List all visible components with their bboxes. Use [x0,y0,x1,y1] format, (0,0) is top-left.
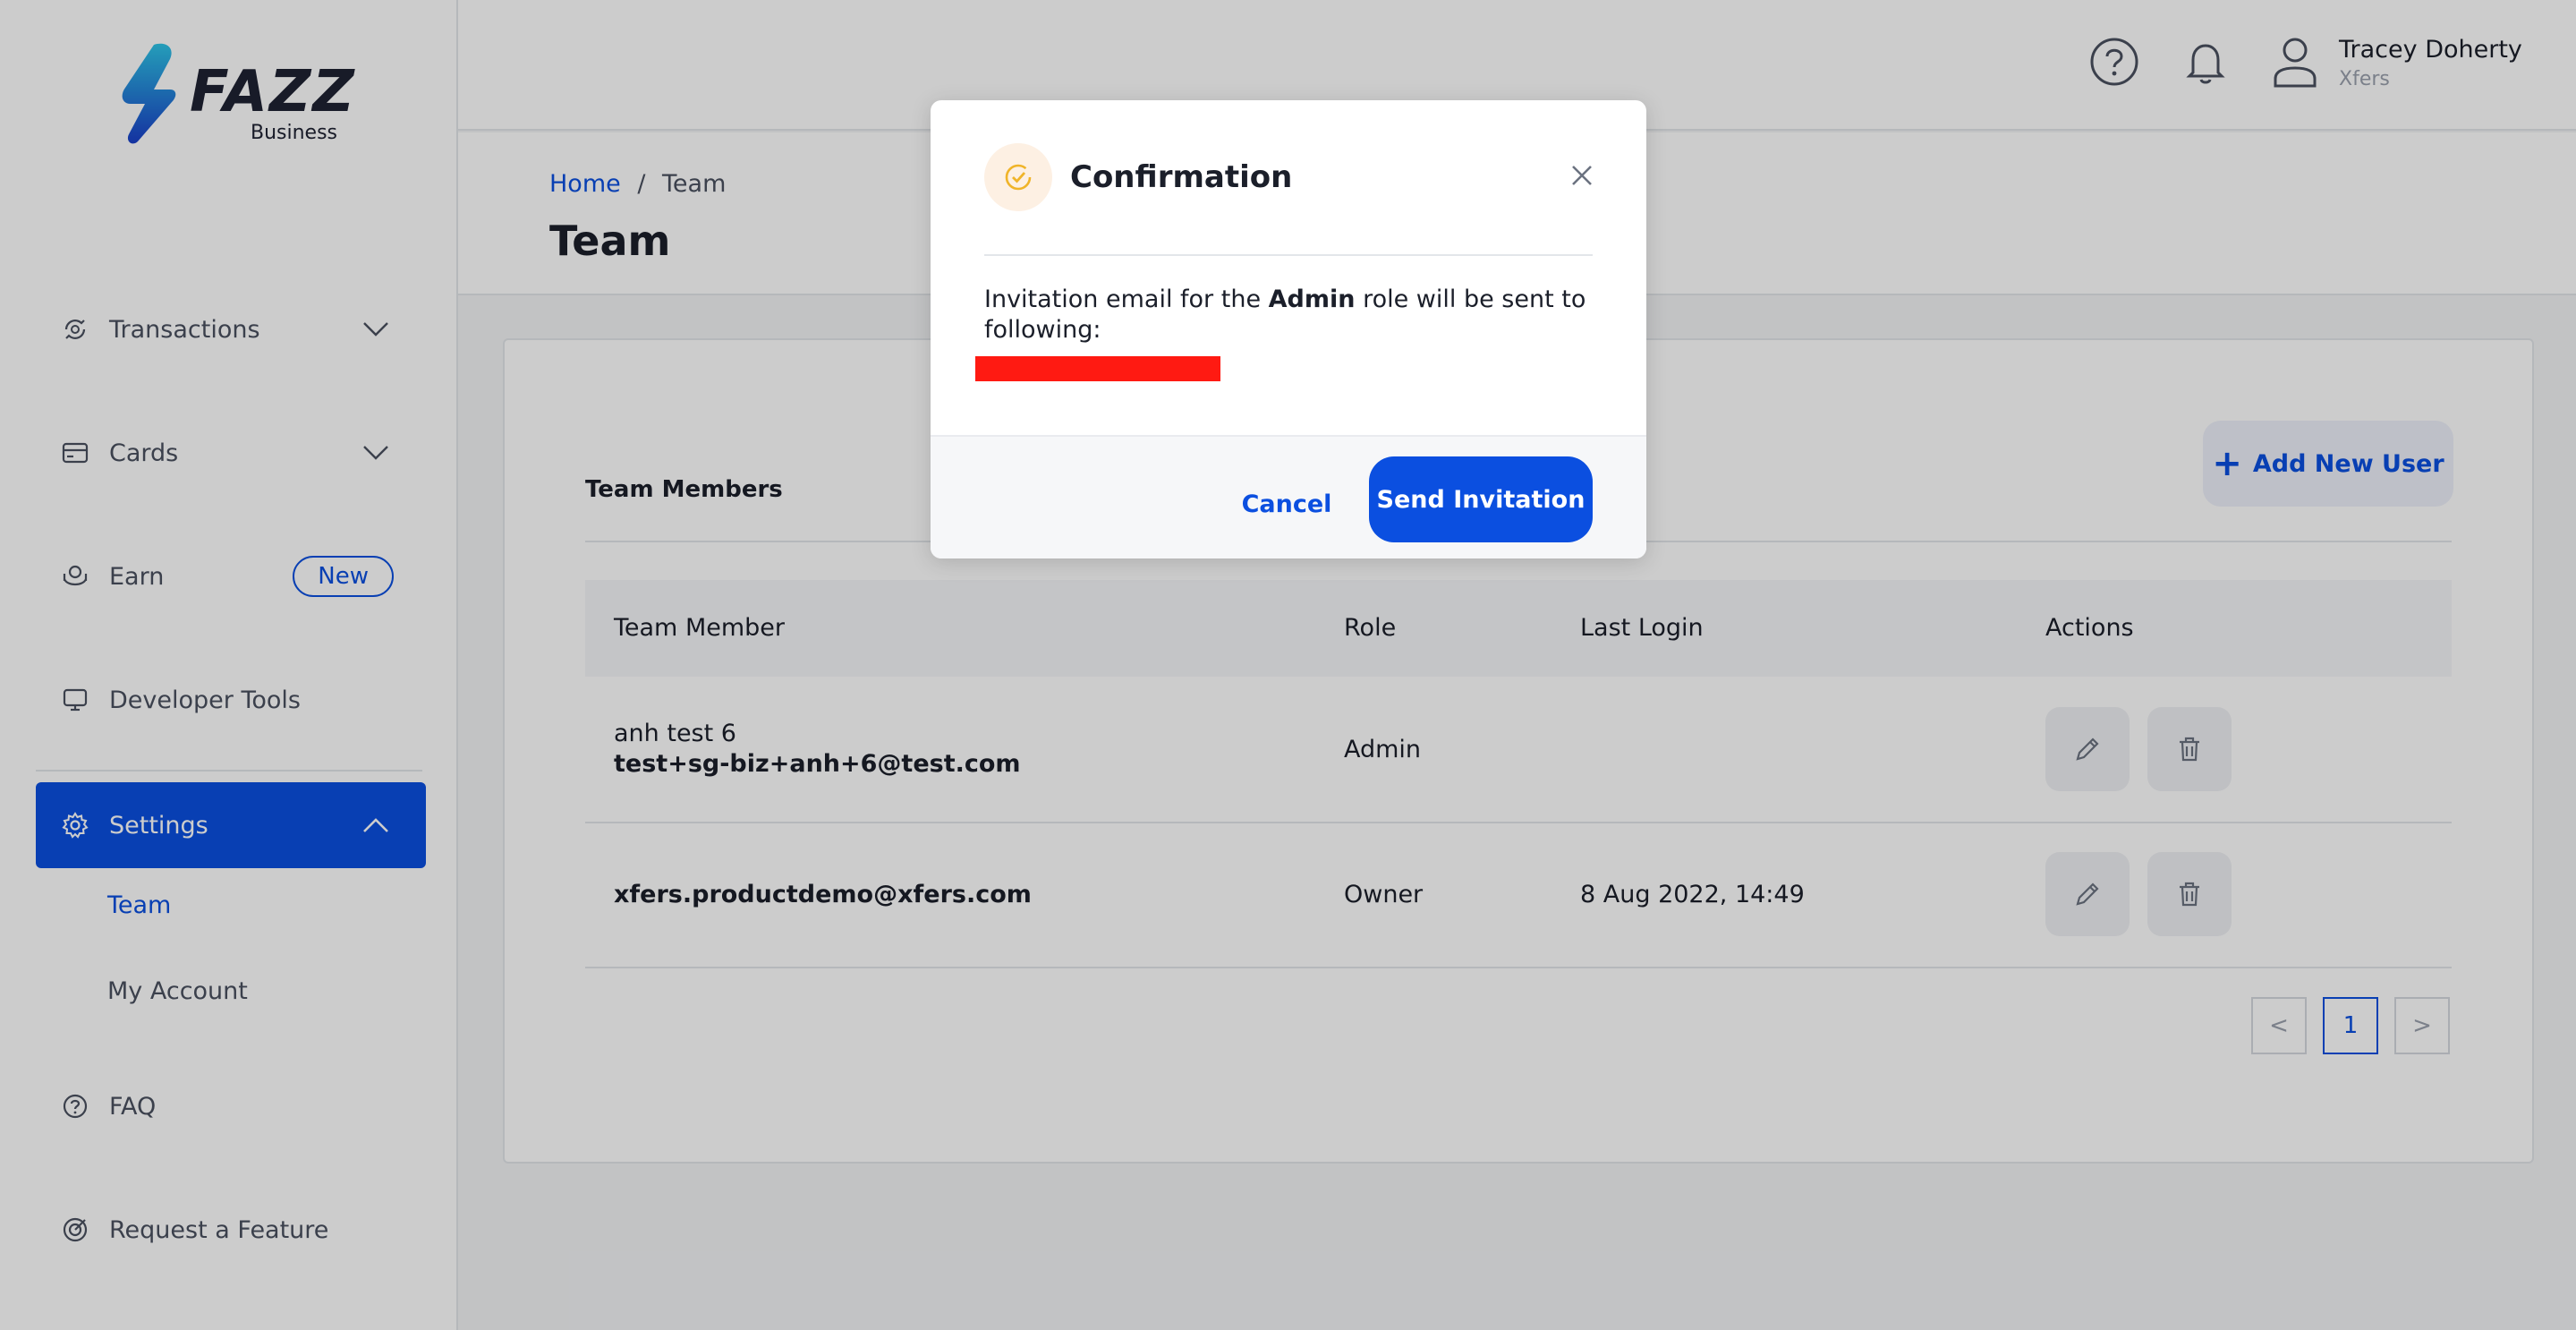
modal-title: Confirmation [1070,159,1293,195]
check-circle-icon [984,143,1052,211]
message-role: Admin [1268,286,1356,313]
redacted-email-bar [975,356,1220,381]
send-invitation-button[interactable]: Send Invitation [1369,456,1593,542]
close-icon[interactable] [1560,154,1603,197]
modal-footer: Cancel Send Invitation [931,435,1646,558]
cancel-button[interactable]: Cancel [1224,462,1349,546]
app-root: FAZZ Business Transactions Cards Earn Ne… [0,0,2576,1330]
modal-divider [984,254,1593,256]
modal-message: Invitation email for the Admin role will… [984,285,1593,345]
message-prefix: Invitation email for the [984,286,1269,313]
confirmation-modal: Confirmation Invitation email for the Ad… [931,100,1646,558]
